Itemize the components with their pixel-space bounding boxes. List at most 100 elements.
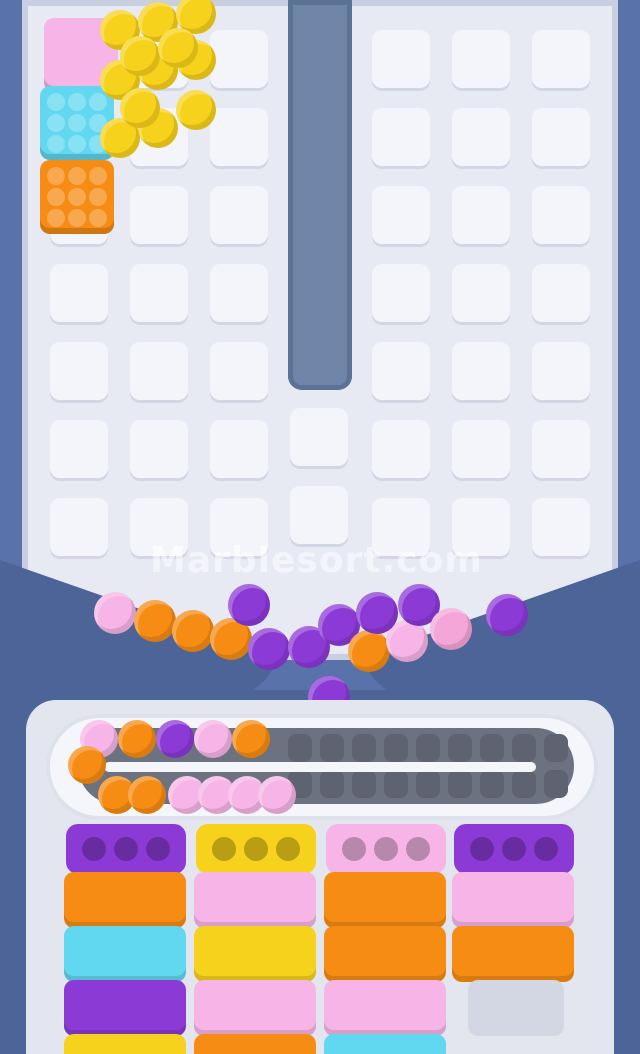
pink-brick[interactable] <box>452 872 574 928</box>
grid-cell[interactable] <box>532 108 590 166</box>
conveyor-slot <box>288 734 312 762</box>
cyan-brick[interactable] <box>324 1034 446 1054</box>
grid-cell[interactable] <box>210 342 268 400</box>
conveyor-slot <box>480 734 504 762</box>
yellow-marble[interactable] <box>120 36 160 76</box>
orange-marble-block[interactable] <box>40 160 114 234</box>
pink-brick[interactable] <box>194 872 316 928</box>
empty-brick-slot[interactable] <box>468 980 564 1036</box>
board-divider <box>288 0 352 390</box>
grid-cell[interactable] <box>532 342 590 400</box>
grid-cell[interactable] <box>50 264 108 322</box>
grid-cell[interactable] <box>452 342 510 400</box>
purple-marble[interactable] <box>228 584 270 626</box>
grid-cell[interactable] <box>452 108 510 166</box>
grid-cell[interactable] <box>290 486 348 544</box>
grid-cell[interactable] <box>452 420 510 478</box>
grid-cell[interactable] <box>532 420 590 478</box>
conveyor-slot <box>320 770 344 798</box>
block-marble-dot <box>47 114 65 132</box>
purple-marble[interactable] <box>248 628 290 670</box>
yellow-marble[interactable] <box>158 28 198 68</box>
grid-cell[interactable] <box>50 342 108 400</box>
block-marble-dot <box>47 135 65 153</box>
conveyor-slot <box>352 770 376 798</box>
orange-marble[interactable] <box>172 610 214 652</box>
purple-brick[interactable] <box>64 980 186 1036</box>
orange-marble[interactable] <box>134 600 176 642</box>
lid-hole <box>114 837 138 861</box>
orange-marble[interactable] <box>348 630 390 672</box>
yellow-marble[interactable] <box>176 90 216 130</box>
grid-cell[interactable] <box>130 264 188 322</box>
yellow-marble[interactable] <box>120 88 160 128</box>
grid-cell[interactable] <box>130 342 188 400</box>
grid-cell[interactable] <box>452 186 510 244</box>
block-marble-dot <box>68 167 86 185</box>
block-marble-dot <box>89 188 107 206</box>
grid-cell[interactable] <box>452 30 510 88</box>
grid-cell[interactable] <box>372 108 430 166</box>
block-marble-dot <box>47 188 65 206</box>
orange-brick[interactable] <box>324 872 446 928</box>
orange-brick[interactable] <box>452 926 574 982</box>
purple-marble[interactable] <box>486 594 528 636</box>
yellow-brick[interactable] <box>194 926 316 982</box>
purple-conveyor-marble <box>156 720 194 758</box>
grid-cell[interactable] <box>372 186 430 244</box>
yellow-column-lid[interactable] <box>196 824 316 874</box>
grid-cell[interactable] <box>210 420 268 478</box>
grid-cell[interactable] <box>372 342 430 400</box>
block-marble-dot <box>68 114 86 132</box>
pink-marble[interactable] <box>94 592 136 634</box>
conveyor-slot <box>544 770 568 798</box>
block-marble-dot <box>89 93 107 111</box>
purple-marble[interactable] <box>356 592 398 634</box>
conveyor-slot <box>448 734 472 762</box>
watermark-text: Marblesort.com <box>150 540 483 581</box>
cyan-brick[interactable] <box>64 926 186 982</box>
grid-cell[interactable] <box>210 264 268 322</box>
grid-cell[interactable] <box>532 186 590 244</box>
grid-cell[interactable] <box>452 264 510 322</box>
conveyor-slot <box>384 770 408 798</box>
conveyor-slot <box>384 734 408 762</box>
grid-cell[interactable] <box>532 30 590 88</box>
lid-hole <box>244 837 268 861</box>
grid-cell[interactable] <box>210 186 268 244</box>
block-marble-dot <box>89 209 107 227</box>
grid-cell[interactable] <box>532 264 590 322</box>
lid-hole <box>502 837 526 861</box>
conveyor-slot <box>448 770 472 798</box>
pink-conveyor-marble <box>258 776 296 814</box>
purple-column-lid[interactable] <box>66 824 186 874</box>
lid-hole <box>374 837 398 861</box>
block-marble-dot <box>47 167 65 185</box>
yellow-brick[interactable] <box>64 1034 186 1054</box>
pink-column-lid[interactable] <box>326 824 446 874</box>
block-marble-dot <box>68 93 86 111</box>
grid-cell[interactable] <box>50 420 108 478</box>
pink-brick[interactable] <box>194 980 316 1036</box>
grid-cell[interactable] <box>130 420 188 478</box>
conveyor-slot <box>512 734 536 762</box>
grid-cell[interactable] <box>210 108 268 166</box>
conveyor-slot <box>480 770 504 798</box>
grid-cell[interactable] <box>290 408 348 466</box>
orange-conveyor-marble <box>128 776 166 814</box>
lid-hole <box>276 837 300 861</box>
grid-cell[interactable] <box>130 186 188 244</box>
orange-brick[interactable] <box>324 926 446 982</box>
grid-cell[interactable] <box>210 30 268 88</box>
grid-cell[interactable] <box>372 420 430 478</box>
pink-brick[interactable] <box>324 980 446 1036</box>
orange-brick[interactable] <box>194 1034 316 1054</box>
grid-cell[interactable] <box>532 498 590 556</box>
orange-brick[interactable] <box>64 872 186 928</box>
grid-cell[interactable] <box>372 30 430 88</box>
purple-column-lid[interactable] <box>454 824 574 874</box>
lid-hole <box>82 837 106 861</box>
grid-cell[interactable] <box>372 264 430 322</box>
lavender-marble[interactable] <box>430 608 472 650</box>
grid-cell[interactable] <box>50 498 108 556</box>
